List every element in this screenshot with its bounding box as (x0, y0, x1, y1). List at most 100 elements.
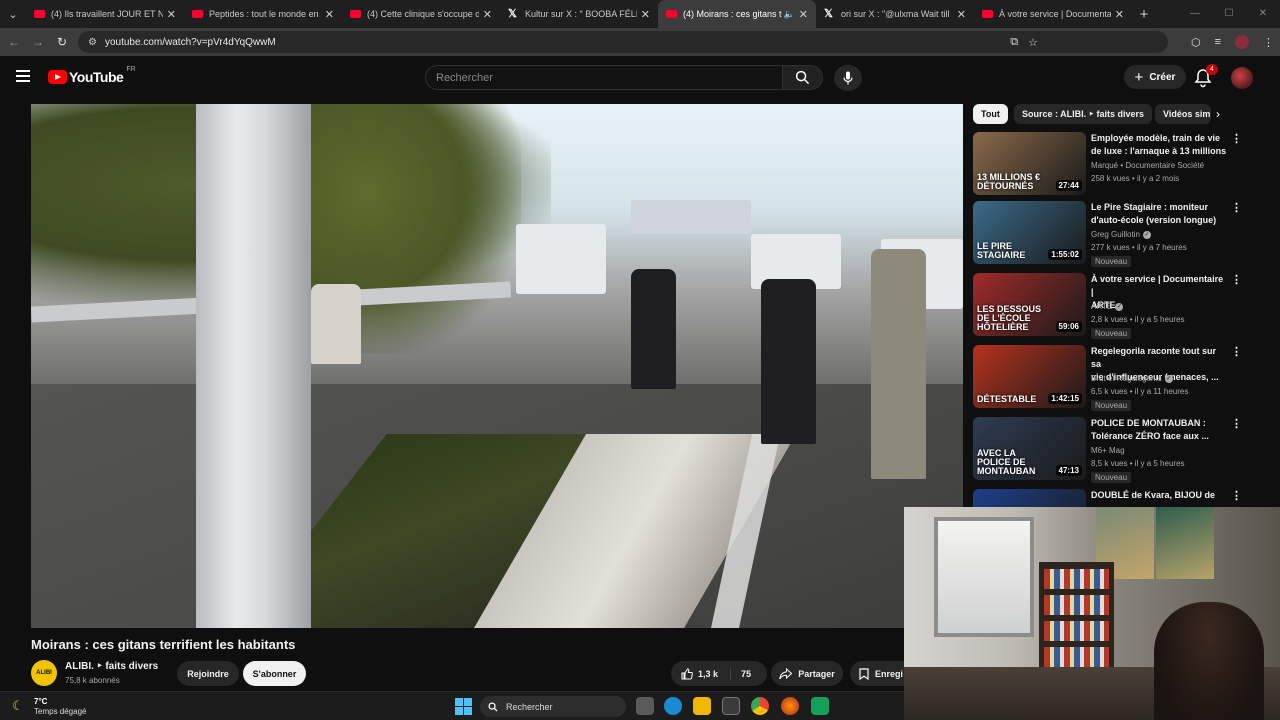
save-button[interactable]: Enregi (850, 661, 910, 686)
tab-close-icon[interactable]: ✕ (325, 8, 334, 21)
more-options-icon[interactable]: ⋮ (1231, 134, 1242, 145)
close-window-icon[interactable]: ✕ (1246, 0, 1280, 28)
more-options-icon[interactable]: ⋮ (1231, 419, 1242, 430)
recommendation-channel[interactable]: Brut et Regelegorila ✓ (1091, 374, 1173, 383)
browser-tab[interactable]: 𝕏 Kultur sur X : " BOOBA FÉLIC ✕ (500, 0, 658, 28)
browser-tab[interactable]: 𝕏ori sur X : "@ulxma Wait till ✕ (816, 0, 974, 28)
dislike-button[interactable]: 75 (731, 669, 751, 679)
forward-icon[interactable]: → (26, 35, 50, 49)
recommendation-thumbnail[interactable]: DÉTESTABLE 1:42:15 (973, 345, 1086, 408)
tab-search-chevron-icon[interactable]: ⌄ (0, 0, 26, 28)
menu-icon[interactable] (16, 70, 30, 82)
recommendation-thumbnail[interactable]: 13 MILLIONS € DÉTOURNÉS 27:44 (973, 132, 1086, 195)
recommendation-title[interactable]: DOUBLÉ de Kvara, BIJOU de (1091, 489, 1226, 502)
tab-close-icon[interactable]: ✕ (1115, 8, 1124, 21)
recommendation-thumbnail[interactable]: AVEC LA POLICE DE MONTAUBAN 47:13 (973, 417, 1086, 480)
video-frame-person-2 (631, 269, 676, 389)
browser-tab[interactable]: (4) Ils travaillent JOUR ET NUIT ✕ (26, 0, 184, 28)
youtube-logo[interactable]: YouTube FR (48, 66, 136, 85)
channel-name[interactable]: ALIBI. ‣ faits divers (65, 661, 158, 672)
recommendation-channel[interactable]: ARTE ✓ (1091, 302, 1124, 311)
browser-tab[interactable]: Peptides : tout le monde en pre ✕ (184, 0, 342, 28)
new-badge: Nouveau (1091, 328, 1132, 339)
site-info-icon[interactable]: ⚙ (88, 37, 97, 48)
more-options-icon[interactable]: ⋮ (1231, 491, 1242, 502)
chrome-icon[interactable] (751, 697, 769, 715)
recommendation-item[interactable]: AVEC LA POLICE DE MONTAUBAN 47:13 POLICE D… (973, 417, 1248, 485)
subscribe-button[interactable]: S'abonner (243, 661, 306, 686)
search-input[interactable]: Rechercher (425, 65, 783, 90)
recommendation-thumbnail[interactable]: LE PIRE STAGIAIRE 1:55:02 (973, 201, 1086, 264)
tab-close-icon[interactable]: ✕ (799, 8, 808, 21)
taskbar-search[interactable]: Rechercher (480, 696, 626, 717)
bookmark-star-icon[interactable]: ☆ (1028, 36, 1038, 49)
omnibox-actions: ⧉ ☆ (1010, 31, 1038, 53)
extensions-icon[interactable]: ⬡ (1191, 36, 1201, 49)
tab-close-icon[interactable]: ✕ (957, 8, 966, 21)
recommendation-views: 6,5 k vues • il y a 11 heures (1091, 387, 1189, 396)
recommendation-channel[interactable]: M6+ Mag (1091, 446, 1125, 455)
recommendation-thumbnail[interactable]: LES DESSOUS DE L'ÉCOLE HÔTELIÈRE 59:06 (973, 273, 1086, 336)
channel-label: M6+ Mag (1091, 446, 1125, 455)
file-explorer-icon[interactable] (693, 697, 711, 715)
moon-weather-icon[interactable]: ☾ (12, 698, 24, 714)
chevron-right-icon[interactable]: › (1216, 107, 1220, 121)
more-options-icon[interactable]: ⋮ (1231, 203, 1242, 214)
weather-description[interactable]: Temps dégagé (34, 707, 86, 716)
recommendation-item[interactable]: DÉTESTABLE 1:42:15 Regelegorila raconte to… (973, 345, 1248, 413)
account-avatar[interactable] (1231, 67, 1253, 89)
browser-tab[interactable]: (4) Cette clinique s'occupe d'a ✕ (342, 0, 500, 28)
minimize-icon[interactable]: — (1178, 0, 1212, 28)
browser-tab[interactable]: À votre service | Documentaire ✕ (974, 0, 1132, 28)
subscriber-count: 75,8 k abonnés (65, 676, 120, 685)
chip-source[interactable]: Source : ALIBI. ‣ faits divers (1014, 104, 1153, 124)
url-text: youtube.com/watch?v=pVr4dYqQwwM (104, 36, 276, 48)
more-options-icon[interactable]: ⋮ (1231, 347, 1242, 358)
recommendation-item[interactable]: LES DESSOUS DE L'ÉCOLE HÔTELIÈRE 59:06 À v… (973, 273, 1248, 341)
firefox-icon[interactable] (781, 697, 799, 715)
recommendation-item[interactable]: LE PIRE STAGIAIRE 1:55:02 Le Pire Stagiair… (973, 201, 1248, 269)
edge-browser-icon[interactable] (664, 697, 682, 715)
tab-close-icon[interactable]: ✕ (483, 8, 492, 21)
back-icon[interactable]: ← (2, 35, 26, 49)
media-controls-icon[interactable]: ≡ (1215, 36, 1221, 48)
recommendation-title[interactable]: Employée modèle, train de vie de luxe : l… (1091, 132, 1226, 158)
store-icon[interactable] (722, 697, 740, 715)
reload-icon[interactable]: ↻ (50, 35, 74, 49)
recommendation-channel[interactable]: Marqué • Documentaire Société (1091, 161, 1204, 170)
voice-search-button[interactable] (834, 65, 862, 91)
address-bar[interactable]: ⚙ youtube.com/watch?v=pVr4dYqQwwM ⧉ ☆ (78, 31, 1168, 53)
video-frame-person (311, 284, 361, 364)
share-button[interactable]: Partager (771, 661, 843, 686)
join-button[interactable]: Rejoindre (177, 661, 239, 686)
tab-close-icon[interactable]: ✕ (167, 8, 176, 21)
weather-temperature[interactable]: 7°C (34, 697, 47, 706)
new-tab-button[interactable]: + (1132, 6, 1156, 23)
video-frame-truck-2 (631, 200, 751, 234)
like-button[interactable]: 1,3 k (671, 667, 731, 680)
browser-tab[interactable]: (4) Moirans : ces gitans terr🔈 ✕ (658, 0, 816, 28)
chip-similar[interactable]: Vidéos sim (1155, 104, 1211, 124)
search-button[interactable] (783, 65, 823, 90)
app-icon[interactable] (811, 697, 829, 715)
profile-avatar-icon[interactable] (1235, 35, 1249, 49)
maximize-icon[interactable]: ☐ (1212, 0, 1246, 28)
search-icon (795, 70, 810, 85)
more-options-icon[interactable]: ⋮ (1231, 275, 1242, 286)
chip-all[interactable]: Tout (973, 104, 1008, 124)
recommendation-title[interactable]: Le Pire Stagiaire : moniteur d'auto-école… (1091, 201, 1226, 227)
speaker-icon[interactable]: 🔈 (784, 9, 795, 20)
x-icon: 𝕏 (824, 7, 833, 20)
task-view-icon[interactable] (636, 697, 654, 715)
channel-avatar[interactable]: ALIBI (31, 660, 57, 686)
install-app-icon[interactable]: ⧉ (1010, 36, 1018, 49)
recommendation-channel[interactable]: Greg Guillotin ✓ (1091, 230, 1151, 239)
tab-close-icon[interactable]: ✕ (641, 8, 650, 21)
windows-start-icon[interactable] (455, 698, 472, 715)
recommendation-item[interactable]: 13 MILLIONS € DÉTOURNÉS 27:44 Employée mod… (973, 132, 1248, 200)
video-player[interactable] (31, 104, 963, 628)
create-button[interactable]: + Créer (1124, 65, 1186, 89)
duration-badge: 27:44 (1055, 180, 1082, 191)
browser-menu-icon[interactable]: ⋮ (1263, 36, 1274, 49)
recommendation-title[interactable]: POLICE DE MONTAUBAN : Tolérance ZÉRO face… (1091, 417, 1226, 443)
